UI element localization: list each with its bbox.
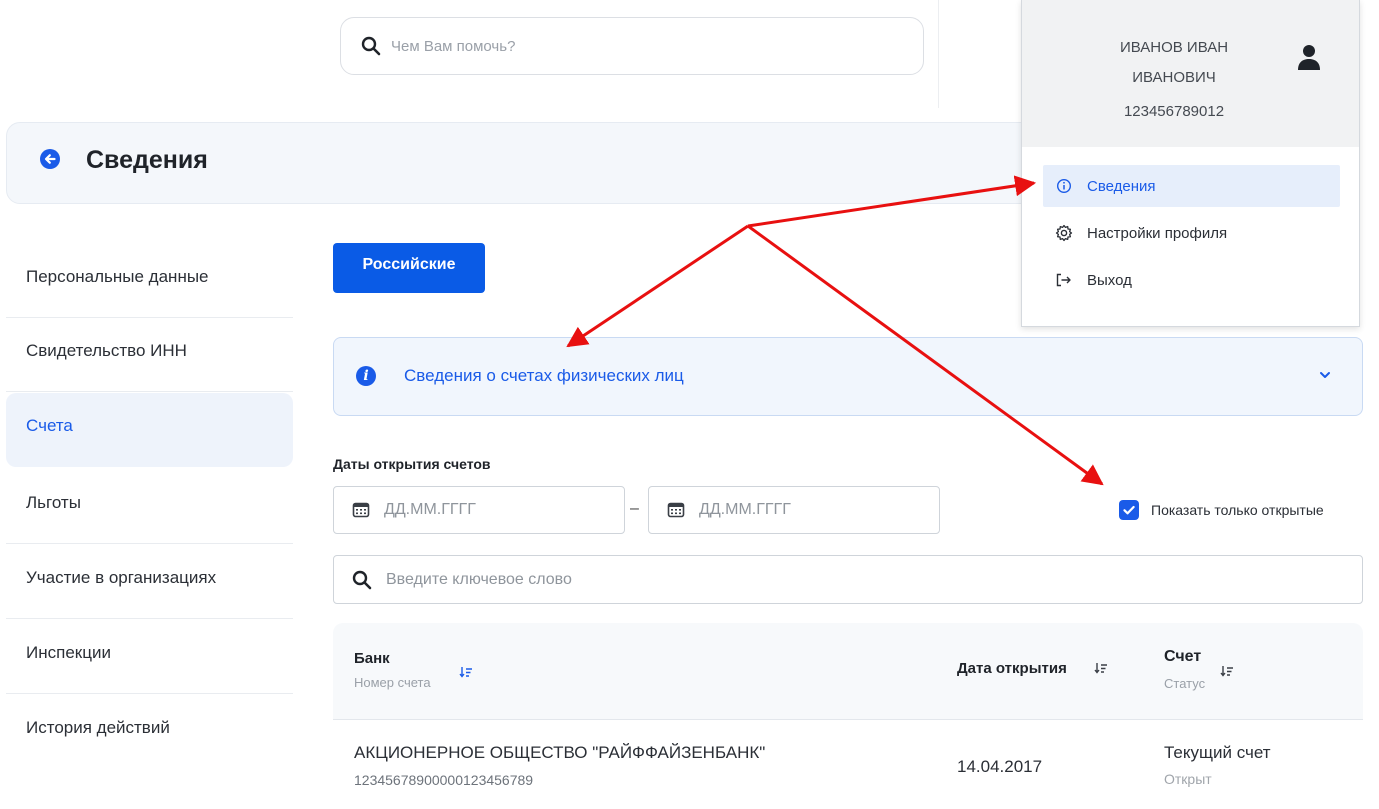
chevron-down-icon[interactable] [1318,368,1332,382]
russian-tab-label: Российские [362,256,456,273]
sort-icon[interactable] [459,665,473,679]
sidebar-item-accounts[interactable]: Счета [6,393,293,467]
menu-item-logout-label: Выход [1087,271,1132,289]
profile-name-line2: ИВАНОВИЧ [1132,69,1216,86]
column-account-subtitle: Статус [1164,676,1206,691]
menu-item-info-label: Сведения [1087,177,1156,195]
sidebar-item-benefits[interactable]: Льготы [6,470,293,544]
column-open-date-title: Дата открытия [957,660,1067,677]
annotation-arrow-to-info-panel [566,224,749,348]
calendar-icon [667,502,685,518]
date-to-field[interactable]: ДД.ММ.ГГГГ [648,486,940,534]
page-title: Сведения [86,146,208,174]
sidebar-item-label: Инспекции [26,642,111,662]
sidebar-item-personal-data[interactable]: Персональные данные [6,244,293,318]
top-divider [938,0,939,108]
search-icon [352,570,372,589]
logout-icon [1056,273,1071,287]
sidebar-item-label: Льготы [26,492,81,512]
sidebar-item-action-history[interactable]: История действий [6,695,293,769]
column-bank-subtitle: Номер счета [354,675,431,690]
row-account-type: Текущий счет [1164,743,1271,762]
row-bank-name: АКЦИОНЕРНОЕ ОБЩЕСТВО "РАЙФФАЙЗЕНБАНК" [354,743,766,762]
sidebar-item-label: История действий [26,718,170,737]
sort-icon[interactable] [1094,661,1108,675]
menu-item-info[interactable]: Сведения [1043,165,1340,207]
user-icon [1298,45,1320,70]
info-icon [1056,178,1072,194]
info-panel-title: Сведения о счетах физических лиц [404,366,684,385]
top-search-placeholder: Чем Вам помочь? [391,37,516,55]
sort-icon[interactable] [1220,664,1234,678]
dates-label: Даты открытия счетов [333,456,491,472]
column-account-title: Счет [1164,648,1202,665]
calendar-icon [352,502,370,518]
sidebar-item-inn-certificate[interactable]: Свидетельство ИНН [6,318,293,392]
sidebar-item-label: Персональные данные [26,266,209,286]
only-open-label: Показать только открытые [1151,502,1324,518]
sidebar-item-inspections[interactable]: Инспекции [6,620,293,694]
row-open-date: 14.04.2017 [957,757,1043,776]
row-account-number: 12345678900000123456789 [354,772,534,788]
date-from-placeholder: ДД.ММ.ГГГГ [384,501,476,518]
back-arrow-icon[interactable] [40,149,60,169]
row-account-status: Открыт [1164,771,1212,787]
profile-name-line1: ИВАНОВ ИВАН [1119,39,1229,56]
sidebar-item-label: Участие в организациях [26,567,217,587]
date-from-field[interactable]: ДД.ММ.ГГГГ [333,486,625,534]
sidebar-item-organizations[interactable]: Участие в организациях [6,545,293,619]
keyword-search-input[interactable]: Введите ключевое слово [333,555,1363,604]
only-open-checkbox[interactable] [1119,500,1139,520]
checkmark-icon [1123,505,1135,515]
menu-item-logout[interactable]: Выход [1043,259,1340,301]
date-range-separator: – [630,500,639,517]
table-header [333,623,1363,720]
gear-icon [1055,224,1073,242]
search-icon [361,36,381,56]
info-icon: i [356,366,376,386]
sidebar-item-label: Свидетельство ИНН [26,340,187,360]
date-to-placeholder: ДД.ММ.ГГГГ [699,501,791,518]
column-bank-title: Банк [354,650,390,667]
menu-item-profile-settings-label: Настройки профиля [1087,224,1228,242]
top-search-bar[interactable]: Чем Вам помочь? [340,17,924,75]
russian-tab-button[interactable]: Российские [333,243,485,293]
keyword-search-placeholder: Введите ключевое слово [386,570,572,588]
profile-inn: 123456789012 [1123,103,1225,120]
menu-item-profile-settings[interactable]: Настройки профиля [1043,212,1340,254]
sidebar-item-label: Счета [26,416,73,435]
